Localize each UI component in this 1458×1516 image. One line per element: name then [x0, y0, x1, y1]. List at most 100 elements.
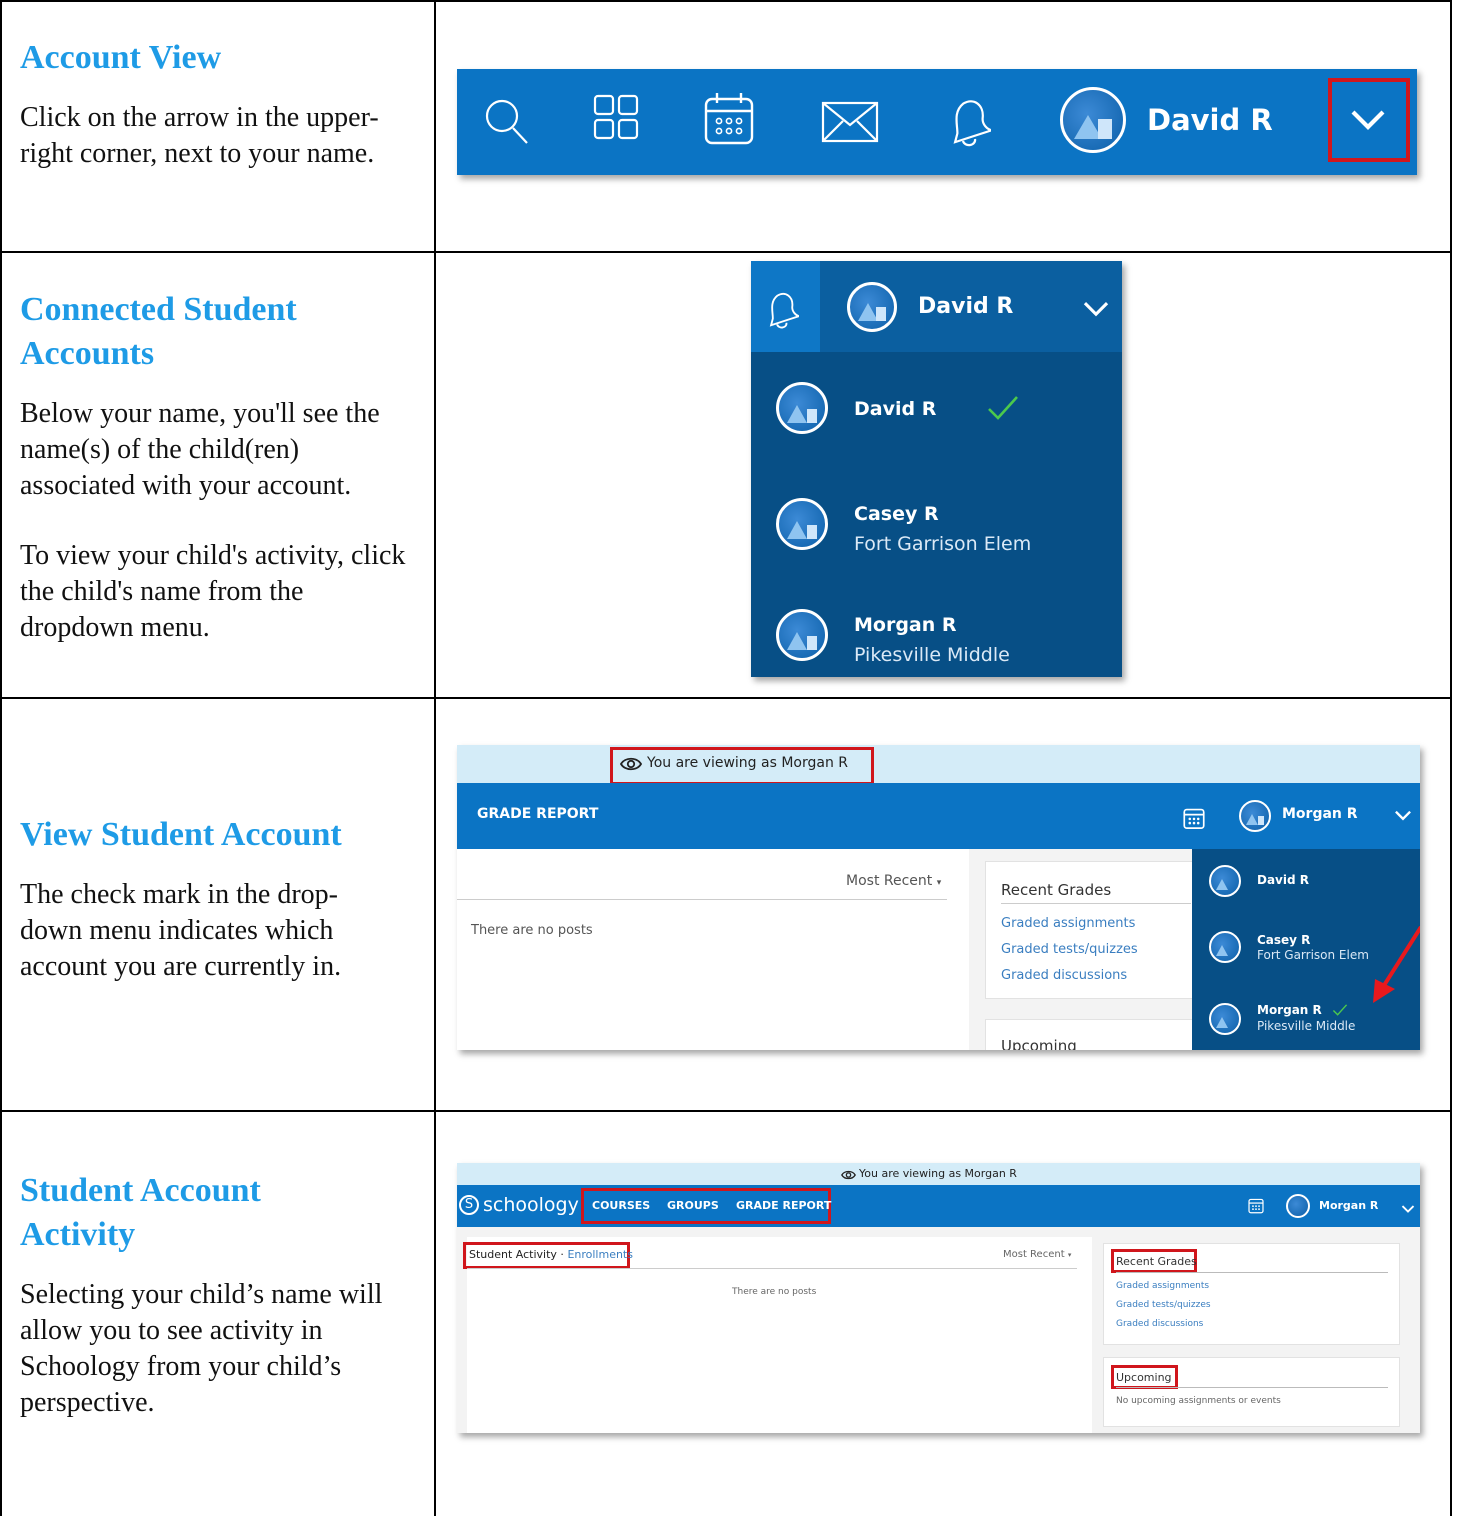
bell-icon[interactable]	[945, 95, 996, 152]
chevron-down-icon[interactable]	[1394, 809, 1412, 827]
upcoming-title: Upcoming	[1001, 1037, 1077, 1050]
dropdown-screenshot: David R David R Casey R Fort Garrison El…	[751, 261, 1122, 677]
row-account-view: Account View Click on the arrow in the u…	[20, 36, 420, 172]
activity-screenshot: You are viewing as Morgan R S schoology …	[457, 1163, 1420, 1433]
highlight-box	[610, 747, 874, 785]
calendar-icon[interactable]	[1183, 806, 1205, 835]
account-item[interactable]: Morgan R Pikesville Middle	[751, 581, 1122, 677]
calendar-icon[interactable]	[703, 91, 755, 152]
logo-mark-icon: S	[459, 1195, 479, 1215]
section-title: Student Account Activity	[20, 1172, 261, 1253]
account-name: David R	[1257, 873, 1310, 887]
page-title: GRADE REPORT	[477, 806, 599, 822]
row-student-activity: Student Account Activity Selecting your …	[20, 1169, 420, 1421]
calendar-icon[interactable]	[1248, 1197, 1264, 1219]
logo[interactable]: S schoology	[459, 1194, 579, 1216]
paragraph: To view your child's activity, click the…	[20, 540, 406, 643]
divider	[1001, 903, 1191, 904]
bell-cell[interactable]	[751, 261, 820, 352]
divider	[467, 1268, 1077, 1269]
account-item[interactable]: David R	[751, 352, 1122, 457]
highlight-box	[1328, 78, 1410, 162]
divider	[1116, 1272, 1388, 1273]
divider	[1116, 1387, 1388, 1388]
account-school: Fort Garrison Elem	[854, 533, 1032, 555]
avatar[interactable]	[1060, 87, 1126, 153]
chevron-down-icon[interactable]	[1401, 1201, 1415, 1219]
avatar	[776, 498, 828, 550]
row-connected-accounts: Connected Student Accounts Below your na…	[20, 288, 420, 646]
account-name: Casey R	[1257, 933, 1311, 947]
bell-icon[interactable]	[763, 289, 803, 334]
account-item[interactable]: Casey R Fort Garrison Elem	[751, 471, 1122, 571]
logo-text: schoology	[483, 1194, 579, 1216]
section-body: Below your name, you'll see the name(s) …	[20, 396, 420, 646]
avatar	[776, 609, 828, 661]
row-divider	[0, 251, 1452, 253]
column-divider	[434, 0, 436, 1516]
activity-header: Student Activity · Enrollments	[469, 1248, 633, 1261]
avatar	[1209, 865, 1241, 897]
paragraph: Selecting your child’s name will allow y…	[20, 1279, 383, 1418]
arrow-annotation	[1369, 923, 1420, 1010]
section-body: The check mark in the drop-down menu ind…	[20, 877, 400, 985]
nav-groups[interactable]: GROUPS	[667, 1199, 719, 1212]
search-icon[interactable]	[481, 95, 531, 154]
upcoming-title: Upcoming	[1116, 1371, 1172, 1384]
check-icon	[986, 394, 1020, 427]
account-name: Casey R	[854, 503, 939, 525]
section-body: Selecting your child’s name will allow y…	[20, 1277, 400, 1421]
recent-link[interactable]: Graded discussions	[1001, 968, 1127, 983]
recent-link[interactable]: Graded tests/quizzes	[1001, 942, 1138, 957]
eye-icon	[841, 1168, 856, 1186]
paragraph: The check mark in the drop-down menu ind…	[20, 879, 342, 982]
recent-link[interactable]: Graded assignments	[1001, 916, 1135, 931]
account-name: David R	[854, 398, 937, 420]
instruction-table: Account View Click on the arrow in the u…	[0, 0, 1458, 1516]
account-item[interactable]: David R	[1192, 857, 1420, 907]
row-view-student-account: View Student Account The check mark in t…	[20, 813, 420, 985]
mail-icon[interactable]	[821, 101, 879, 148]
table-border-right	[1450, 0, 1452, 1516]
avatar[interactable]	[847, 282, 897, 332]
empty-message: There are no posts	[471, 923, 593, 938]
avatar[interactable]	[1286, 1194, 1310, 1218]
avatar[interactable]	[1239, 800, 1271, 832]
header-name[interactable]: David R	[918, 294, 1013, 319]
account-school: Pikesville Middle	[854, 644, 1010, 666]
upcoming-empty: No upcoming assignments or events	[1116, 1396, 1281, 1406]
nav-grade-report[interactable]: GRADE REPORT	[736, 1199, 831, 1212]
recent-link[interactable]: Graded tests/quizzes	[1116, 1300, 1211, 1310]
recent-grades-title: Recent Grades	[1116, 1255, 1197, 1268]
account-name: Morgan R	[854, 614, 957, 636]
user-name[interactable]: David R	[1147, 103, 1273, 137]
section-title: View Student Account	[20, 816, 342, 853]
recent-link[interactable]: Graded discussions	[1116, 1319, 1203, 1329]
row-divider	[0, 1110, 1452, 1112]
sort-dropdown[interactable]: Most Recent ▾	[846, 873, 941, 889]
header-bar	[457, 783, 1420, 849]
recent-grades-title: Recent Grades	[1001, 881, 1112, 899]
enrollments-link[interactable]: Enrollments	[567, 1248, 633, 1261]
user-name[interactable]: Morgan R	[1282, 806, 1358, 822]
table-border-left	[0, 0, 2, 1516]
paragraph: Below your name, you'll see the name(s) …	[20, 398, 380, 501]
paragraph: Click on the arrow in the upper-right co…	[20, 102, 379, 169]
row-divider	[0, 697, 1452, 699]
topbar-screenshot: David R	[457, 69, 1417, 175]
recent-link[interactable]: Graded assignments	[1116, 1281, 1209, 1291]
sort-dropdown[interactable]: Most Recent ▾	[1003, 1249, 1071, 1260]
avatar	[1209, 931, 1241, 963]
divider	[457, 899, 947, 900]
section-title: Account View	[20, 39, 222, 76]
user-name[interactable]: Morgan R	[1319, 1199, 1378, 1212]
grade-report-screenshot: You are viewing as Morgan R GRADE REPORT…	[457, 745, 1420, 1050]
section-body: Click on the arrow in the upper-right co…	[20, 100, 420, 172]
avatar	[1209, 1003, 1241, 1035]
avatar	[776, 382, 828, 434]
chevron-down-icon[interactable]	[1082, 299, 1110, 324]
grid-icon[interactable]	[593, 94, 641, 147]
section-title: Connected Student Accounts	[20, 291, 297, 372]
nav-courses[interactable]: COURSES	[592, 1199, 650, 1212]
account-school: Fort Garrison Elem	[1257, 948, 1369, 962]
